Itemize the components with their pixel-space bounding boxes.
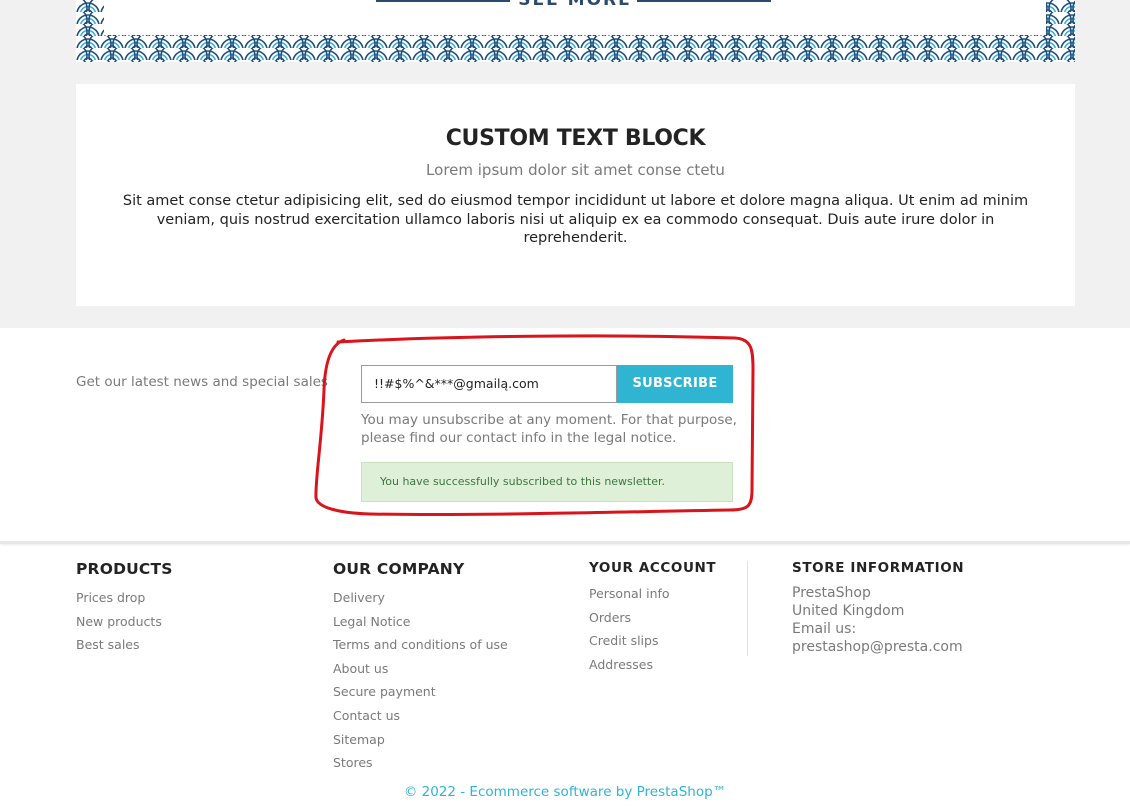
- red-highlight-annotation: [314, 334, 755, 517]
- store-name: PrestaShop: [792, 585, 871, 601]
- footer-link-delivery[interactable]: Delivery: [333, 586, 508, 610]
- footer-store-information: STORE INFORMATION PrestaShop United King…: [792, 560, 964, 656]
- custom-text-subtitle: Lorem ipsum dolor sit amet conse ctetu: [426, 161, 725, 179]
- custom-text-block: CUSTOM TEXT BLOCK Lorem ipsum dolor sit …: [76, 84, 1075, 306]
- store-email[interactable]: prestashop@presta.com: [792, 638, 964, 656]
- footer-your-account: YOUR ACCOUNT Personal info Orders Credit…: [589, 560, 716, 676]
- footer-divider: [0, 541, 1130, 544]
- footer-link-best-sales[interactable]: Best sales: [76, 633, 173, 657]
- footer-link-prices-drop[interactable]: Prices drop: [76, 586, 173, 610]
- footer-link-orders[interactable]: Orders: [589, 606, 716, 630]
- footer-company-title: OUR COMPANY: [333, 560, 465, 578]
- footer-link-legal-notice[interactable]: Legal Notice: [333, 610, 508, 634]
- banner-panel: SEE MORE: [104, 0, 1046, 35]
- footer-account-title[interactable]: YOUR ACCOUNT: [589, 560, 716, 576]
- footer-link-contact-us[interactable]: Contact us: [333, 704, 508, 728]
- footer-link-sitemap[interactable]: Sitemap: [333, 728, 508, 752]
- footer-link-secure-payment[interactable]: Secure payment: [333, 680, 508, 704]
- footer-store-title: STORE INFORMATION: [792, 560, 965, 576]
- footer-link-new-products[interactable]: New products: [76, 610, 173, 634]
- newsletter-label: Get our latest news and special sales: [76, 374, 328, 390]
- footer-link-personal-info[interactable]: Personal info: [589, 582, 716, 606]
- see-more-button[interactable]: SEE MORE: [104, 0, 1046, 10]
- footer-products: PRODUCTS Prices drop New products Best s…: [76, 560, 173, 657]
- footer-link-credit-slips[interactable]: Credit slips: [589, 629, 716, 653]
- footer-link-addresses[interactable]: Addresses: [589, 653, 716, 677]
- footer-link-stores[interactable]: Stores: [333, 751, 508, 775]
- footer-link-terms[interactable]: Terms and conditions of use: [333, 633, 508, 657]
- copyright-link[interactable]: © 2022 - Ecommerce software by PrestaSho…: [0, 784, 1130, 800]
- custom-text-title: CUSTOM TEXT BLOCK: [445, 126, 706, 151]
- promo-banner: SEE MORE: [76, 0, 1075, 62]
- footer-column-separator: [747, 561, 748, 656]
- footer-our-company: OUR COMPANY Delivery Legal Notice Terms …: [333, 560, 508, 775]
- footer-link-about-us[interactable]: About us: [333, 657, 508, 681]
- footer-products-title: PRODUCTS: [76, 560, 173, 578]
- store-country: United Kingdom: [792, 603, 905, 619]
- store-email-label: Email us:: [792, 621, 857, 637]
- custom-text-body: Sit amet conse ctetur adipisicing elit, …: [122, 193, 1029, 246]
